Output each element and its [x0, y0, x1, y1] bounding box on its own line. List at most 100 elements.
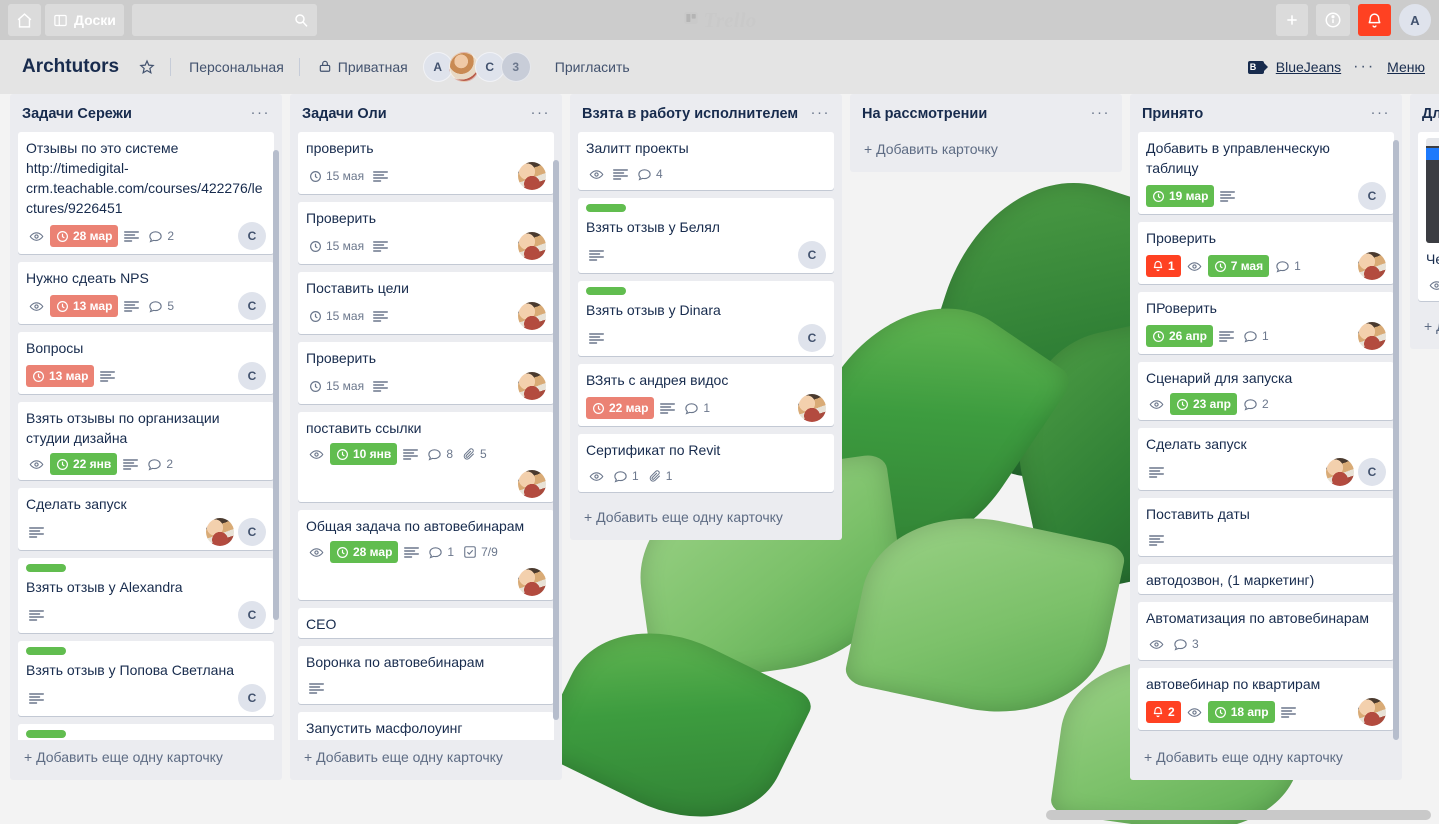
- bluejeans-powerup-link[interactable]: BlueJeans: [1276, 59, 1341, 75]
- scrollbar-thumb[interactable]: [1046, 810, 1431, 820]
- add-button[interactable]: [1276, 4, 1308, 36]
- board-card[interactable]: поставить ссылки 10 янв 8 5: [298, 412, 554, 502]
- board-card[interactable]: Запустить масфолоуинг: [298, 712, 554, 740]
- card-label[interactable]: [26, 730, 66, 738]
- search-input[interactable]: [131, 4, 317, 36]
- board-card[interactable]: ПРоверить 26 апр 1: [1138, 292, 1394, 354]
- board-card[interactable]: Нужно сдеать NPS 13 мар 5 C: [18, 262, 274, 324]
- card-member-avatar[interactable]: C: [238, 518, 266, 546]
- card-member-avatar[interactable]: [518, 162, 546, 190]
- list-cards[interactable]: Добавить в управленческую таблицу 19 мар C…: [1130, 132, 1402, 740]
- board-card[interactable]: Че ка ст: [1418, 132, 1439, 301]
- card-member-avatar[interactable]: [518, 302, 546, 330]
- board-card[interactable]: Воронка по автовебинарам: [298, 646, 554, 704]
- workspace-button[interactable]: Персональная: [180, 53, 293, 81]
- card-member-avatar[interactable]: C: [238, 601, 266, 629]
- list-menu-icon[interactable]: ···: [1367, 104, 1395, 122]
- add-card-button[interactable]: + Д: [1414, 309, 1439, 343]
- list-menu-icon[interactable]: ···: [527, 104, 555, 122]
- card-label[interactable]: [26, 564, 66, 572]
- card-member-avatar[interactable]: [1326, 458, 1354, 486]
- card-member-avatar[interactable]: C: [238, 362, 266, 390]
- visibility-button[interactable]: Приватная: [309, 53, 417, 82]
- card-member-avatar[interactable]: [206, 518, 234, 546]
- board-list[interactable]: Дл Че ка ст + Д: [1410, 94, 1439, 349]
- page-title[interactable]: Archtutors: [14, 50, 127, 84]
- board-list[interactable]: Принято ··· Добавить в управленческую табл…: [1130, 94, 1402, 780]
- list-title[interactable]: Задачи Оли: [302, 104, 393, 124]
- board-card[interactable]: Взять отзывы по организации студии дизай…: [18, 402, 274, 480]
- board-card[interactable]: Взять отзыв у Alexandra C: [18, 558, 274, 633]
- trello-logo[interactable]: Trello: [683, 0, 757, 40]
- list-menu-icon[interactable]: ···: [807, 104, 835, 122]
- add-card-button[interactable]: + Добавить еще одну карточку: [14, 740, 278, 774]
- board-card[interactable]: Взять отзыв у Белял C: [578, 198, 834, 273]
- board-card[interactable]: автодозвон, (1 маркетинг): [1138, 564, 1394, 594]
- board-card[interactable]: Взять отзыв у Попова Светлана C: [18, 641, 274, 716]
- board-card[interactable]: Поставить цели 15 мая: [298, 272, 554, 334]
- list-scrollbar[interactable]: [1393, 140, 1399, 740]
- board-card[interactable]: проверить 15 мая: [298, 132, 554, 194]
- board-card[interactable]: Сделать запуск C: [1138, 428, 1394, 490]
- board-card[interactable]: Поставить даты: [1138, 498, 1394, 556]
- list-cards[interactable]: Залитт проекты 4 Взять отзыв у Белял C Взять…: [570, 132, 842, 500]
- board-list[interactable]: Задачи Сережи ··· Отзывы по это системе ht…: [10, 94, 282, 780]
- card-member-avatar[interactable]: C: [1358, 182, 1386, 210]
- board-card[interactable]: Залитт проекты 4: [578, 132, 834, 190]
- card-label[interactable]: [586, 204, 626, 212]
- card-member-avatar[interactable]: [518, 470, 546, 498]
- board-horizontal-scrollbar[interactable]: [0, 810, 1439, 820]
- home-icon[interactable]: [8, 4, 41, 36]
- invite-button[interactable]: Пригласить: [545, 53, 640, 81]
- boards-button[interactable]: Доски: [45, 4, 124, 36]
- board-card[interactable]: Вопросы 13 мар C: [18, 332, 274, 394]
- card-member-avatar[interactable]: [518, 568, 546, 596]
- list-title[interactable]: Принято: [1142, 104, 1209, 124]
- card-member-avatar[interactable]: [1358, 252, 1386, 280]
- card-member-avatar[interactable]: C: [798, 324, 826, 352]
- list-title[interactable]: Задачи Сережи: [22, 104, 138, 124]
- board-card[interactable]: CEO: [298, 608, 554, 638]
- search-icon[interactable]: [291, 10, 311, 30]
- list-scrollbar[interactable]: [273, 150, 279, 620]
- card-member-avatar[interactable]: [1358, 698, 1386, 726]
- menu-button[interactable]: Меню: [1387, 59, 1425, 75]
- board-card[interactable]: ВЗять с андрея видос 22 мар 1: [578, 364, 834, 426]
- add-card-button[interactable]: + Добавить карточку: [854, 132, 1118, 166]
- board-card[interactable]: Автоматизация по автовебинарам 3: [1138, 602, 1394, 660]
- board-member-4[interactable]: 3: [500, 52, 531, 82]
- user-avatar[interactable]: A: [1399, 4, 1431, 36]
- list-scrollbar[interactable]: [553, 160, 559, 720]
- search-box[interactable]: [131, 4, 317, 36]
- card-member-avatar[interactable]: C: [238, 292, 266, 320]
- board-card[interactable]: Сделать запуск C: [18, 488, 274, 550]
- board-card[interactable]: Сценарий для запуска 23 апр 2: [1138, 362, 1394, 420]
- add-card-button[interactable]: + Добавить еще одну карточку: [574, 500, 838, 534]
- board-lists-container[interactable]: Задачи Сережи ··· Отзывы по это системе ht…: [0, 94, 1439, 824]
- board-list[interactable]: На рассмотрении ··· + Добавить карточку: [850, 94, 1122, 172]
- list-title[interactable]: Дл: [1422, 104, 1439, 124]
- board-card[interactable]: Общая задача по автовебинарам 28 мар 1 7/9: [298, 510, 554, 600]
- list-title[interactable]: На рассмотрении: [862, 104, 993, 124]
- card-member-avatar[interactable]: [798, 394, 826, 422]
- board-card[interactable]: Взять отзыв у Dinara C: [578, 281, 834, 356]
- board-card[interactable]: Проверить 1 7 мая 1: [1138, 222, 1394, 284]
- info-icon[interactable]: [1316, 4, 1350, 36]
- card-member-avatar[interactable]: [518, 232, 546, 260]
- board-list[interactable]: Задачи Оли ··· проверить 15 мая Проверить 15 …: [290, 94, 562, 780]
- more-options-icon[interactable]: ···: [1353, 58, 1375, 76]
- card-member-avatar[interactable]: C: [238, 222, 266, 250]
- board-card[interactable]: Отзывы по это системе http://timedigital…: [18, 132, 274, 254]
- card-member-avatar[interactable]: C: [238, 684, 266, 712]
- board-card[interactable]: Проверить 15 мая: [298, 202, 554, 264]
- card-member-avatar[interactable]: [518, 372, 546, 400]
- star-icon[interactable]: [130, 53, 164, 81]
- add-card-button[interactable]: + Добавить еще одну карточку: [1134, 740, 1398, 774]
- list-title[interactable]: Взята в работу исполнителем: [582, 104, 804, 124]
- list-cards[interactable]: проверить 15 мая Проверить 15 мая Поставить …: [290, 132, 562, 740]
- card-member-avatar[interactable]: C: [798, 241, 826, 269]
- board-card[interactable]: Сертификат по Revit 1 1: [578, 434, 834, 492]
- card-label[interactable]: [26, 647, 66, 655]
- list-cards[interactable]: Отзывы по это системе http://timedigital…: [10, 132, 282, 740]
- card-member-avatar[interactable]: [1358, 322, 1386, 350]
